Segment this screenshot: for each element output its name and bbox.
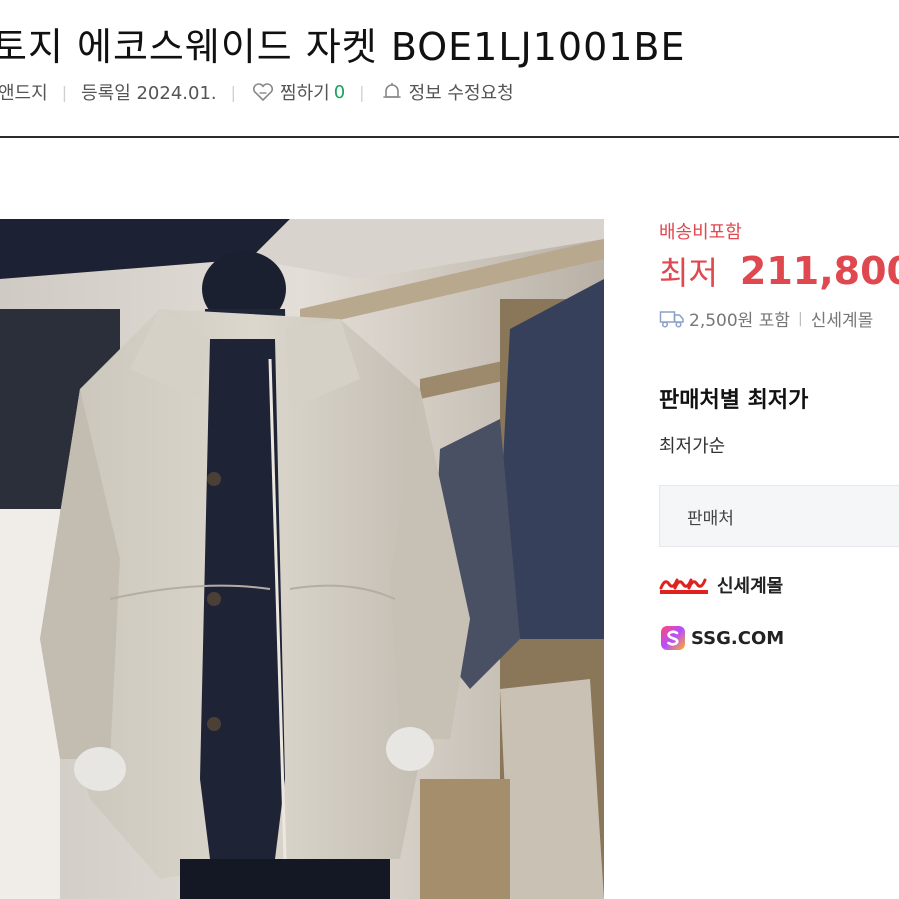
seller-name: SSG.COM xyxy=(691,627,785,649)
shipping-seller: 신세계몰 xyxy=(810,311,874,331)
shipping-divider: | xyxy=(798,310,803,327)
product-photo[interactable] xyxy=(0,219,604,899)
product-page: 토지 에코스웨이드 자켓 BOE1LJ1001BE 앤드지 | 등록일 2024… xyxy=(0,0,899,899)
sort-lowest-price[interactable]: 최저가순 xyxy=(659,432,725,458)
meta-divider: | xyxy=(359,82,365,102)
header-divider xyxy=(0,136,899,138)
seller-column-label: 판매처 xyxy=(687,508,734,529)
heart-tag-icon xyxy=(250,79,276,105)
shipping-fee: 2,500원 포함 xyxy=(689,311,790,331)
shipping-info: 2,500원 포함 | 신세계몰 xyxy=(659,306,873,331)
like-label: 찜하기 xyxy=(280,83,330,104)
price-value: 211,800 xyxy=(739,249,899,293)
registered-date: 등록일 2024.01. xyxy=(81,83,217,104)
seller-shinsegae[interactable]: 신세계몰 xyxy=(659,572,783,598)
bell-icon xyxy=(379,79,405,105)
shinsegae-logo xyxy=(659,572,713,598)
ssg-logo xyxy=(659,624,687,652)
report-button[interactable]: 정보 수정요청 xyxy=(379,79,514,105)
like-count: 0 xyxy=(333,81,346,103)
product-meta: 앤드지 | 등록일 2024.01. | 찜하기 0 | 정보 수정요청 xyxy=(0,78,514,106)
lowest-price: 최저 211,800 xyxy=(659,248,899,294)
sellers-heading: 판매처별 최저가 xyxy=(659,388,809,413)
seller-ssg[interactable]: SSG.COM xyxy=(659,624,784,652)
like-button[interactable]: 찜하기 0 xyxy=(250,79,345,105)
seller-name: 신세계몰 xyxy=(717,576,784,597)
seller-column-header: 판매처 xyxy=(659,485,899,547)
report-label: 정보 수정요청 xyxy=(408,83,514,104)
meta-divider: | xyxy=(230,82,237,102)
price-label: 최저 xyxy=(659,254,718,292)
truck-icon xyxy=(659,309,685,329)
meta-divider: | xyxy=(61,82,68,102)
brand-link[interactable]: 앤드지 xyxy=(0,79,48,105)
product-title: 토지 에코스웨이드 자켓 BOE1LJ1001BE xyxy=(0,25,686,69)
shipping-included-note: 배송비포함 xyxy=(659,222,742,243)
